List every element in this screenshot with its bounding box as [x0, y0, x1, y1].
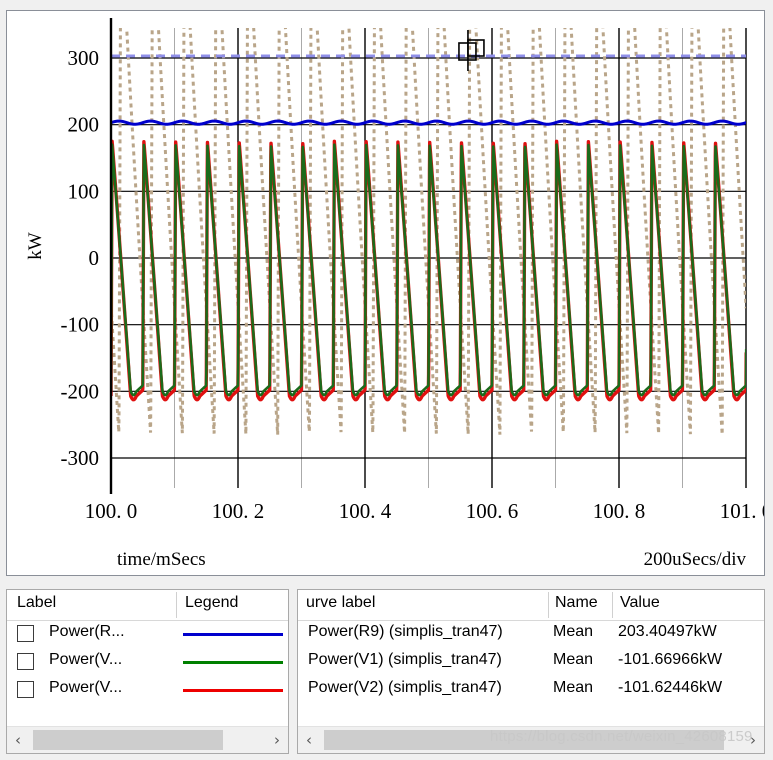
curve-header-curve-label[interactable]: urve label [306, 594, 375, 612]
legend-table-header: Label Legend [7, 590, 288, 621]
curve-scroll-right-arrow-icon[interactable]: › [742, 727, 764, 753]
y-axis-tick-label: 300 [68, 46, 100, 70]
x-axis-tick-label: 100. 0 [85, 499, 138, 523]
x-axis-title: time/mSecs [117, 549, 206, 570]
curve-column-separator-name[interactable] [548, 592, 549, 618]
y-axis-tick-label: 100 [68, 179, 100, 203]
curve-label-cell: Power(V1) (simplis_tran47) [308, 651, 502, 668]
curve-row[interactable]: Power(V2) (simplis_tran47) Mean -101.62446… [298, 677, 764, 705]
curve-value-cell: 203.40497kW [618, 623, 717, 640]
curve-name-cell: Mean [553, 651, 594, 668]
x-axis-tick-label: 100. 2 [212, 499, 265, 523]
curve-row[interactable]: Power(V1) (simplis_tran47) Mean -101.66966… [298, 649, 764, 677]
curve-name-cell: Mean [553, 679, 594, 696]
curve-column-separator-value[interactable] [612, 592, 613, 618]
legend-row[interactable]: Power(R... [7, 621, 288, 649]
y-axis-tick-label: 200 [68, 113, 100, 137]
x-axis-tick-label: 100. 4 [339, 499, 392, 523]
curve-name-cell: Mean [553, 623, 594, 640]
legend-color-swatch [183, 689, 283, 692]
curve-value-cell: -101.62446kW [618, 679, 723, 696]
x-axis-tick-label: 100. 6 [466, 499, 519, 523]
curve-scroll-thumb[interactable] [324, 730, 724, 750]
curve-header-name[interactable]: Name [555, 594, 598, 612]
curve-row[interactable]: Power(R9) (simplis_tran47) Mean 203.40497k… [298, 621, 764, 649]
x-axis-per-div-label: 200uSecs/div [644, 549, 747, 570]
legend-visibility-checkbox[interactable] [17, 653, 34, 670]
curve-row-list: Power(R9) (simplis_tran47) Mean 203.40497k… [298, 621, 764, 705]
legend-column-separator[interactable] [176, 592, 177, 618]
y-axis-tick-label: -200 [61, 379, 100, 403]
legend-header-label[interactable]: Label [17, 594, 56, 612]
legend-row-list: Power(R... Power(V... Power(V... [7, 621, 288, 705]
app-root: 300 200 100 0 -100 -200 -300 100. 0 100. 2 100. 4… [0, 0, 773, 760]
legend-visibility-checkbox[interactable] [17, 681, 34, 698]
curve-scroll-left-arrow-icon[interactable]: ‹ [298, 727, 320, 753]
y-axis-tick-label: 0 [89, 246, 100, 270]
x-axis-tick-label: 101. 0 [720, 499, 764, 523]
curve-value-cell: -101.66966kW [618, 651, 723, 668]
waveform-chart[interactable]: 300 200 100 0 -100 -200 -300 100. 0 100. 2 100. 4… [7, 11, 764, 575]
legend-scroll-left-arrow-icon[interactable]: ‹ [7, 727, 29, 753]
curve-table-header: urve label Name Value [298, 590, 764, 621]
curve-measurement-panel[interactable]: urve label Name Value Power(R9) (simplis… [297, 589, 765, 754]
legend-color-swatch [183, 633, 283, 636]
curve-label-cell: Power(R9) (simplis_tran47) [308, 623, 503, 640]
trace-power-r9 [111, 119, 746, 126]
legend-row[interactable]: Power(V... [7, 649, 288, 677]
legend-table-panel[interactable]: Label Legend Power(R... Power(V... Power(V… [6, 589, 289, 754]
curve-header-value[interactable]: Value [620, 594, 660, 612]
y-axis-tick-label: -100 [61, 313, 100, 337]
legend-scroll-thumb[interactable] [33, 730, 223, 750]
legend-curve-label: Power(V... [49, 679, 123, 696]
legend-visibility-checkbox[interactable] [17, 625, 34, 642]
legend-color-swatch [183, 661, 283, 664]
waveform-chart-panel[interactable]: 300 200 100 0 -100 -200 -300 100. 0 100. 2 100. 4… [6, 10, 765, 576]
y-axis-title: kW [25, 232, 46, 260]
x-axis-tick-label: 100. 8 [593, 499, 646, 523]
trace-power-v1 [111, 143, 746, 397]
curve-label-cell: Power(V2) (simplis_tran47) [308, 679, 502, 696]
curve-hscrollbar[interactable]: ‹ › [298, 726, 764, 753]
legend-scroll-right-arrow-icon[interactable]: › [266, 727, 288, 753]
y-axis-tick-label: -300 [61, 446, 100, 470]
legend-row[interactable]: Power(V... [7, 677, 288, 705]
legend-curve-label: Power(V... [49, 651, 123, 668]
legend-curve-label: Power(R... [49, 623, 125, 640]
legend-header-legend[interactable]: Legend [185, 594, 238, 612]
legend-hscrollbar[interactable]: ‹ › [7, 726, 288, 753]
